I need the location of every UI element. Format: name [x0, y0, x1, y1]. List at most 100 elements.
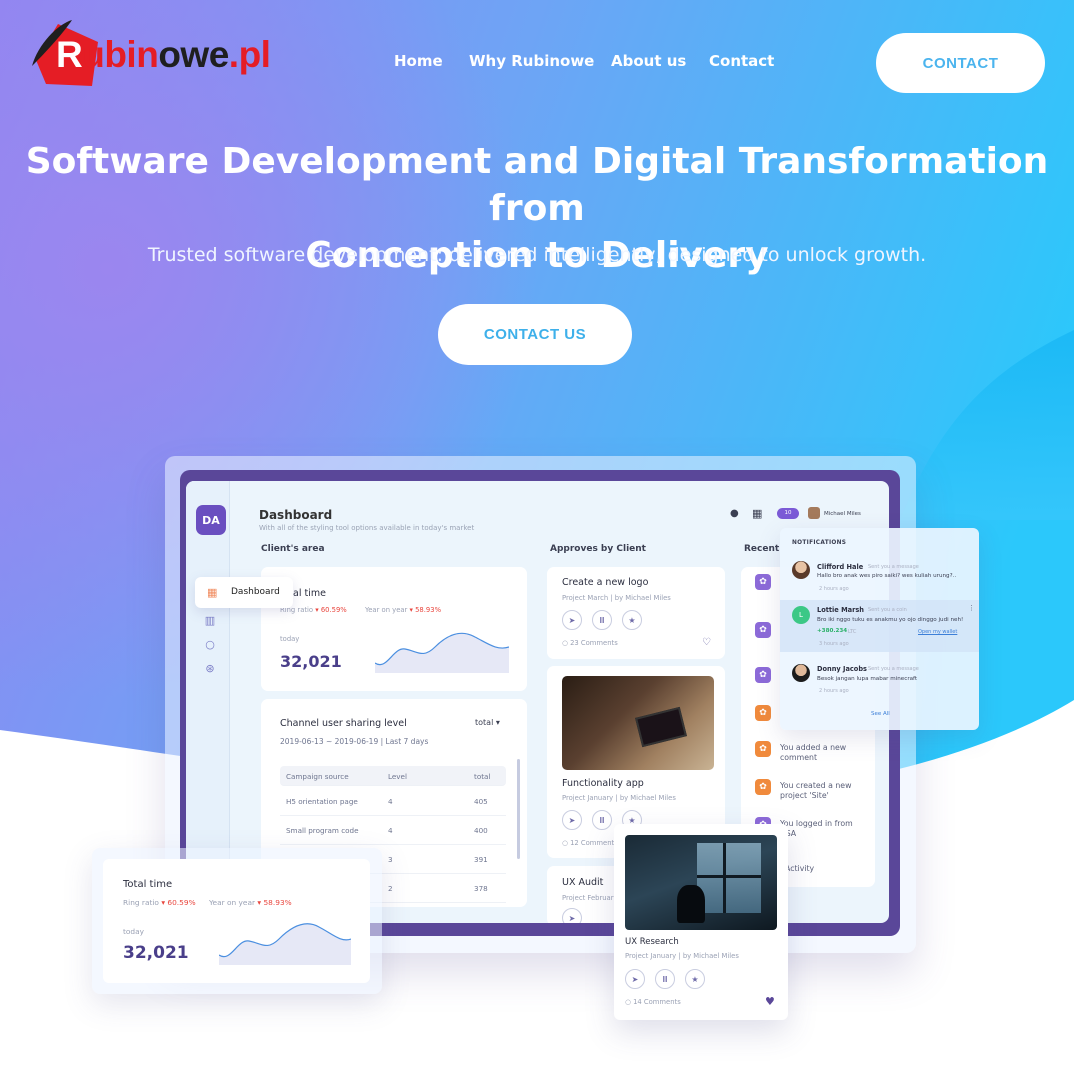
- ux-card-meta: Project January | by Michael Miles: [625, 952, 739, 960]
- sparkline: [219, 923, 351, 965]
- send-icon[interactable]: ➤: [562, 810, 582, 830]
- hero-subtitle: Trusted software development: delivered …: [147, 244, 927, 266]
- comments-count: ○ 12 Comments: [562, 839, 618, 847]
- nav-home[interactable]: Home: [394, 52, 443, 70]
- nav-why-rubinowe[interactable]: Why Rubinowe: [469, 52, 594, 70]
- hero-title-line-1: Software Development and Digital Transfo…: [25, 141, 1049, 229]
- send-icon[interactable]: ➤: [562, 610, 582, 630]
- notification-time: 2 hours ago: [819, 688, 849, 694]
- today-label: today: [123, 927, 145, 936]
- ux-card-image: [625, 835, 777, 930]
- table-row: Small program code 4 400: [280, 816, 506, 845]
- clients-area-title: Client's area: [261, 544, 325, 554]
- logo-wordmark: Rubinowe.pl: [56, 34, 271, 75]
- window-image: [697, 843, 761, 913]
- send-icon[interactable]: ➤: [625, 969, 645, 989]
- nav-contact[interactable]: Contact: [709, 52, 774, 70]
- floating-ux-card[interactable]: UX Research Project January | by Michael…: [614, 824, 788, 1020]
- columns-icon[interactable]: Ⅲ: [592, 610, 612, 630]
- activity-icon: ✿: [755, 574, 771, 590]
- comments-count: ○ 23 Comments: [562, 639, 618, 647]
- activity-icon: ✿: [755, 741, 771, 757]
- notification-name: Lottie Marsh: [817, 606, 864, 614]
- bar-chart-icon[interactable]: ▥: [204, 615, 216, 627]
- floating-total-card: Total time Ring ratio ▾ 60.59% Year on y…: [92, 848, 382, 994]
- contact-button[interactable]: CONTACT: [876, 33, 1045, 93]
- total-time-card: al time Ring ratio ▾ 60.59% Year on year…: [261, 567, 527, 691]
- user-name[interactable]: Michael Miles: [824, 511, 861, 517]
- notification-message: Bro iki nggo tuku es anakmu yo ojo dingg…: [817, 617, 964, 623]
- channel-filter[interactable]: total ▾: [475, 718, 500, 727]
- channel-title: Channel user sharing level: [280, 718, 407, 729]
- notification-badge[interactable]: 10: [777, 508, 799, 519]
- settings-icon[interactable]: ⊛: [204, 663, 216, 675]
- search-icon[interactable]: ●: [730, 508, 739, 519]
- open-wallet-link[interactable]: Open my wallet: [918, 629, 957, 635]
- today-label: today: [280, 635, 300, 643]
- activity-icon: ✿: [755, 667, 771, 683]
- notification-name: Clifford Hale: [817, 563, 864, 571]
- channel-range: 2019-06-13 ~ 2019-06-19 | Last 7 days: [280, 737, 429, 746]
- columns-icon[interactable]: Ⅲ: [592, 810, 612, 830]
- sidebar-item-dashboard[interactable]: ▦ Dashboard: [195, 577, 293, 608]
- notification-meta: Sent you a message: [868, 564, 919, 570]
- avatar: L: [792, 606, 810, 624]
- chat-icon[interactable]: ○: [204, 639, 216, 651]
- tablet-image: [635, 706, 687, 748]
- window-frame: [697, 875, 761, 878]
- notification-message: Hallo bro anak wes piro saiki? wes kulia…: [817, 573, 957, 579]
- person-silhouette: [677, 885, 705, 923]
- table-header: Campaign source Level total: [280, 766, 506, 786]
- columns-icon[interactable]: Ⅲ: [655, 969, 675, 989]
- activity-link[interactable]: Activity: [785, 864, 814, 874]
- sidebar-item-label: Dashboard: [231, 587, 280, 597]
- activity-text: You added a new comment: [780, 743, 847, 762]
- sparkline: [375, 632, 509, 673]
- approve-card-title: UX Audit: [562, 877, 604, 888]
- see-all-link[interactable]: See All: [871, 711, 890, 717]
- approve-card-meta: Project February: [562, 894, 618, 902]
- star-icon[interactable]: ★: [622, 610, 642, 630]
- approve-card[interactable]: Create a new logo Project March | by Mic…: [547, 567, 725, 659]
- avatar[interactable]: DA: [196, 505, 226, 535]
- ring-ratio: Ring ratio ▾ 60.59%: [123, 898, 196, 907]
- notification-name: Donny Jacobs: [817, 665, 867, 673]
- approve-card-meta: Project January | by Michael Miles: [562, 794, 676, 802]
- star-icon[interactable]: ★: [685, 969, 705, 989]
- comments-count: ○ 14 Comments: [625, 998, 681, 1006]
- notification-message: Besok jangan lupa mabar minecraft: [817, 676, 918, 682]
- total-value: 32,021: [280, 652, 342, 671]
- approve-card-image: [562, 676, 714, 770]
- dashboard-title: Dashboard: [259, 508, 333, 522]
- apps-grid-icon[interactable]: ▦: [752, 507, 762, 520]
- heart-icon[interactable]: ♥: [765, 995, 775, 1008]
- user-avatar[interactable]: [808, 507, 820, 519]
- hero-section: Rubinowe.pl Home Why Rubinowe About us C…: [0, 0, 1074, 1074]
- activity-icon: ✿: [755, 705, 771, 721]
- send-icon[interactable]: ➤: [562, 908, 582, 923]
- total-time-title: al time: [293, 588, 326, 599]
- notification-unit: LTC: [848, 629, 857, 635]
- notifications-panel: NOTIFICATIONS Clifford Hale Sent you a m…: [780, 528, 979, 730]
- table-scrollbar[interactable]: [517, 759, 520, 859]
- year-on-year: Year on year ▾ 58.93%: [365, 606, 442, 614]
- total-value: 32,021: [123, 943, 189, 963]
- window-frame: [723, 843, 726, 913]
- contact-us-button[interactable]: CONTACT US: [438, 304, 632, 365]
- approve-card-meta: Project March | by Michael Miles: [562, 594, 671, 602]
- dashboard-subtitle: With all of the styling tool options ava…: [259, 524, 475, 532]
- recent-title: Recent: [744, 544, 780, 554]
- year-on-year: Year on year ▾ 58.93%: [209, 898, 292, 907]
- notification-amount: +380.234: [817, 628, 848, 634]
- notification-time: 3 hours ago: [819, 641, 849, 647]
- approve-card-title: Functionality app: [562, 778, 644, 789]
- brand-logo[interactable]: Rubinowe.pl: [28, 14, 298, 94]
- ux-card-title: UX Research: [625, 937, 679, 947]
- total-time-title: Total time: [123, 879, 173, 890]
- more-icon[interactable]: ⋮: [968, 604, 975, 612]
- notification-meta: Sent you a coin: [868, 607, 907, 613]
- nav-about-us[interactable]: About us: [611, 52, 686, 70]
- heart-icon[interactable]: ♡: [702, 637, 711, 648]
- activity-text: You logged in from USA: [780, 819, 853, 838]
- notification-meta: Sent you a message: [868, 666, 919, 672]
